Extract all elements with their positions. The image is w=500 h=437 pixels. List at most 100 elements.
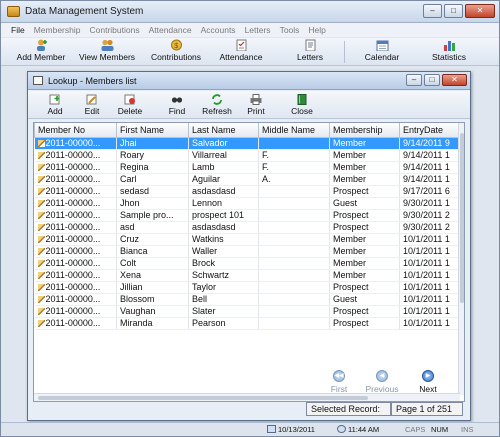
cell-last-name[interactable]: Lennon — [188, 197, 259, 210]
cell-member-no[interactable]: 2011-00000... — [34, 149, 117, 162]
cell-middle-name[interactable] — [258, 257, 330, 270]
table-row[interactable]: 2011-00000... Bianca Waller Member 10/1/2011… — [34, 245, 462, 258]
cell-first-name[interactable]: Sample pro... — [116, 209, 189, 222]
statistics-button[interactable]: Statistics — [429, 39, 469, 62]
cell-first-name[interactable]: Vaughan — [116, 305, 189, 318]
cell-first-name[interactable]: Roary — [116, 149, 189, 162]
cell-first-name[interactable]: Xena — [116, 269, 189, 282]
cell-middle-name[interactable] — [258, 245, 330, 258]
print-button[interactable]: Print — [244, 94, 268, 116]
table-row[interactable]: 2011-00000... Jhon Lennon Guest 9/30/2011 1 — [34, 197, 462, 210]
cell-entry-date[interactable]: 9/17/2011 6 — [399, 185, 462, 198]
cell-first-name[interactable]: Jhon — [116, 197, 189, 210]
cell-entry-date[interactable]: 9/14/2011 1 — [399, 149, 462, 162]
cell-middle-name[interactable]: F. — [258, 161, 330, 174]
cell-last-name[interactable]: Waller — [188, 245, 259, 258]
cell-entry-date[interactable]: 10/1/2011 1 — [399, 293, 462, 306]
table-row[interactable]: 2011-00000... Carl Aguilar A. Member 9/14/201… — [34, 173, 462, 186]
add-member-button[interactable]: Add Member — [15, 39, 67, 62]
cell-member-no[interactable]: 2011-00000... — [34, 269, 117, 282]
cell-entry-date[interactable]: 10/1/2011 1 — [399, 269, 462, 282]
table-row[interactable]: 2011-00000... Regina Lamb F. Member 9/14/2011… — [34, 161, 462, 174]
cell-member-no[interactable]: 2011-00000... — [34, 197, 117, 210]
cell-member-no[interactable]: 2011-00000... — [34, 293, 117, 306]
table-row[interactable]: 2011-00000... Cruz Watkins Member 10/1/2011 … — [34, 233, 462, 246]
cell-first-name[interactable]: Carl — [116, 173, 189, 186]
cell-middle-name[interactable] — [258, 269, 330, 282]
cell-entry-date[interactable]: 10/1/2011 1 — [399, 245, 462, 258]
cell-middle-name[interactable] — [258, 221, 330, 234]
cell-middle-name[interactable] — [258, 137, 330, 150]
edit-button[interactable]: Edit — [82, 94, 102, 116]
cell-last-name[interactable]: asdasdasd — [188, 221, 259, 234]
cell-first-name[interactable]: Jillian — [116, 281, 189, 294]
minimize-button[interactable]: – — [423, 4, 442, 18]
cell-middle-name[interactable] — [258, 293, 330, 306]
cell-member-no[interactable]: 2011-00000... — [34, 281, 117, 294]
cell-entry-date[interactable]: 10/1/2011 1 — [399, 281, 462, 294]
cell-membership[interactable]: Prospect — [329, 281, 400, 294]
cell-last-name[interactable]: Taylor — [188, 281, 259, 294]
cell-last-name[interactable]: Watkins — [188, 233, 259, 246]
cell-first-name[interactable]: Regina — [116, 161, 189, 174]
cell-membership[interactable]: Member — [329, 233, 400, 246]
cell-first-name[interactable]: asd — [116, 221, 189, 234]
cell-middle-name[interactable] — [258, 281, 330, 294]
cell-middle-name[interactable] — [258, 233, 330, 246]
column-header-first-name[interactable]: First Name — [116, 123, 189, 138]
cell-entry-date[interactable]: 9/30/2011 1 — [399, 197, 462, 210]
horizontal-scrollbar[interactable] — [34, 393, 460, 401]
maximize-button[interactable]: □ — [444, 4, 463, 18]
menu-membership[interactable]: Membership — [34, 25, 81, 35]
cell-first-name[interactable]: Cruz — [116, 233, 189, 246]
members-grid[interactable]: Member No First Name Last Name Middle Na… — [33, 122, 465, 402]
lookup-maximize-button[interactable]: □ — [424, 74, 440, 86]
column-header-last-name[interactable]: Last Name — [188, 123, 259, 138]
cell-last-name[interactable]: Brock — [188, 257, 259, 270]
calendar-button[interactable]: Calendar — [363, 39, 401, 62]
vertical-scroll-thumb[interactable] — [460, 133, 464, 303]
cell-entry-date[interactable]: 9/14/2011 1 — [399, 173, 462, 186]
table-row[interactable]: 2011-00000... Roary Villarreal F. Member 9/14… — [34, 149, 462, 162]
cell-member-no[interactable]: 2011-00000... — [34, 233, 117, 246]
cell-membership[interactable]: Guest — [329, 197, 400, 210]
horizontal-scroll-thumb[interactable] — [38, 396, 368, 400]
delete-button[interactable]: Delete — [116, 94, 144, 116]
lookup-minimize-button[interactable]: – — [406, 74, 422, 86]
table-row[interactable]: 2011-00000... Xena Schwartz Member 10/1/2011… — [34, 269, 462, 282]
cell-membership[interactable]: Prospect — [329, 317, 400, 330]
find-button[interactable]: Find — [167, 94, 187, 116]
cell-first-name[interactable]: Jhai — [116, 137, 189, 150]
cell-entry-date[interactable]: 10/1/2011 1 — [399, 305, 462, 318]
table-row[interactable]: 2011-00000... Miranda Pearson Prospect 10/1/… — [34, 317, 462, 330]
refresh-button[interactable]: Refresh — [200, 94, 234, 116]
menu-letters[interactable]: Letters — [245, 25, 271, 35]
cell-membership[interactable]: Prospect — [329, 305, 400, 318]
cell-entry-date[interactable]: 10/1/2011 1 — [399, 233, 462, 246]
cell-membership[interactable]: Prospect — [329, 221, 400, 234]
cell-membership[interactable]: Guest — [329, 293, 400, 306]
cell-first-name[interactable]: Miranda — [116, 317, 189, 330]
cell-entry-date[interactable]: 9/30/2011 2 — [399, 221, 462, 234]
column-header-entry-date[interactable]: EntryDate — [399, 123, 462, 138]
cell-first-name[interactable]: sedasd — [116, 185, 189, 198]
cell-middle-name[interactable]: A. — [258, 173, 330, 186]
cell-last-name[interactable]: Pearson — [188, 317, 259, 330]
cell-last-name[interactable]: asdasdasd — [188, 185, 259, 198]
table-row[interactable]: 2011-00000... Jhai Salvador Member 9/14/2011… — [34, 137, 462, 150]
cell-entry-date[interactable]: 10/1/2011 1 — [399, 257, 462, 270]
cell-member-no[interactable]: 2011-00000... — [34, 305, 117, 318]
cell-middle-name[interactable] — [258, 197, 330, 210]
cell-entry-date[interactable]: 9/14/2011 9 — [399, 137, 462, 150]
cell-entry-date[interactable]: 10/1/2011 1 — [399, 317, 462, 330]
table-row[interactable]: 2011-00000... sedasd asdasdasd Prospect 9/17… — [34, 185, 462, 198]
table-row[interactable]: 2011-00000... asd asdasdasd Prospect 9/30/20… — [34, 221, 462, 234]
cell-membership[interactable]: Member — [329, 149, 400, 162]
first-page-button[interactable]: ◀◀ First — [328, 370, 350, 394]
cell-middle-name[interactable]: F. — [258, 149, 330, 162]
cell-member-no[interactable]: 2011-00000... — [34, 161, 117, 174]
menu-attendance[interactable]: Attendance — [149, 25, 192, 35]
cell-member-no[interactable]: 2011-00000... — [34, 173, 117, 186]
add-button[interactable]: Add — [44, 94, 66, 116]
column-header-membership[interactable]: Membership — [329, 123, 400, 138]
